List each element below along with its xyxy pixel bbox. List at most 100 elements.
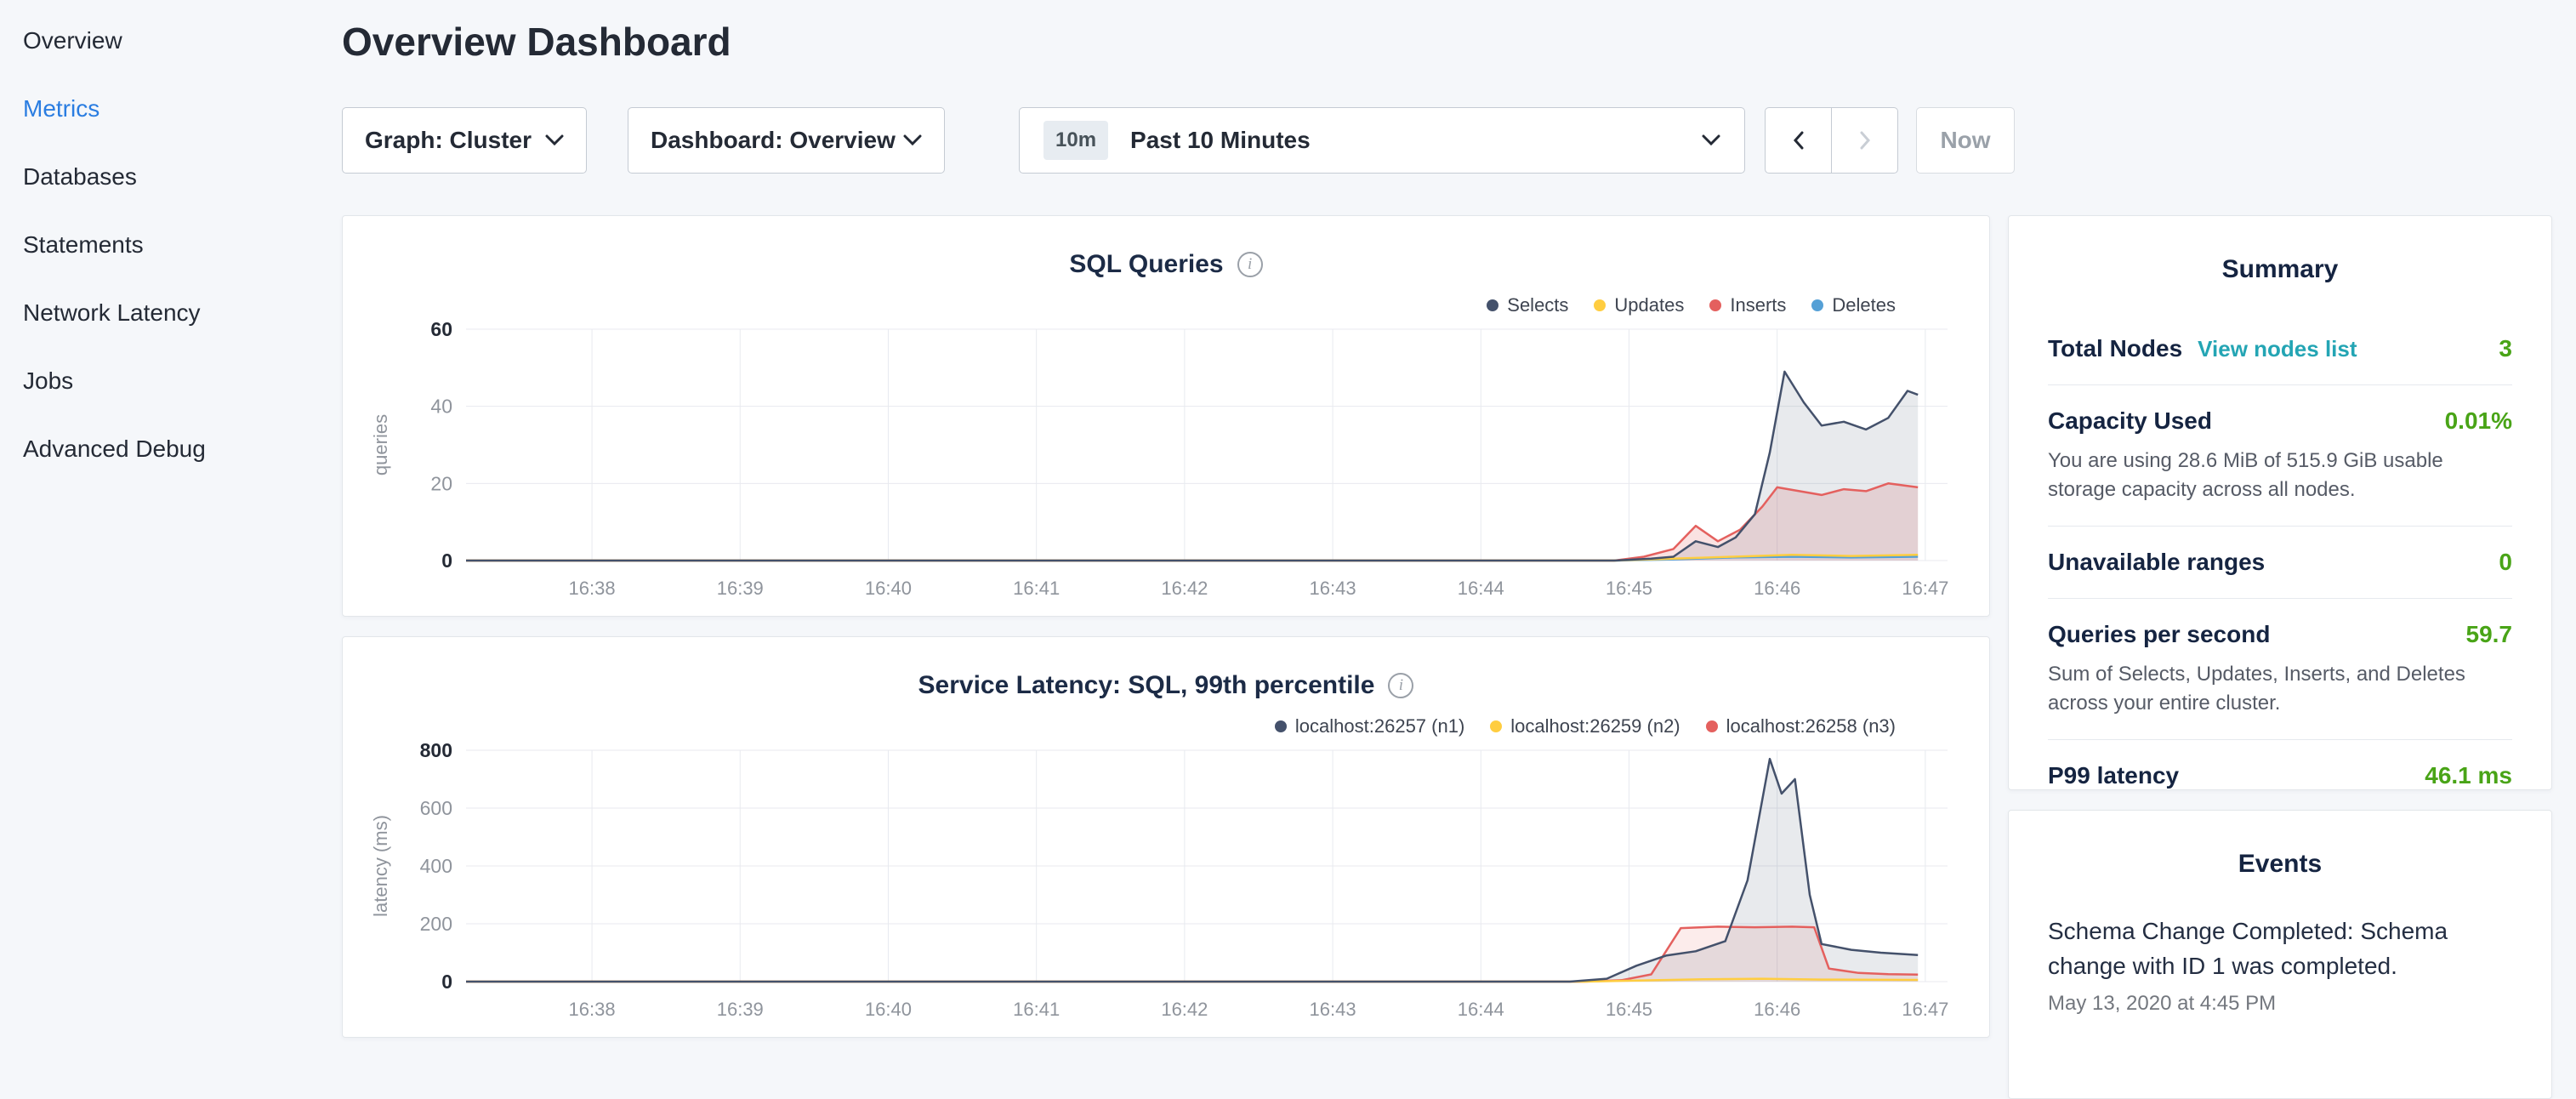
now-button[interactable]: Now [1916, 107, 2015, 174]
sidebar-item-network-latency[interactable]: Network Latency [23, 279, 323, 347]
svg-text:16:47: 16:47 [1902, 999, 1948, 1020]
chart-title-row: SQL Queries i [343, 250, 1989, 279]
graph-dropdown-label: Graph: Cluster [365, 127, 532, 154]
legend-label: Updates [1614, 294, 1684, 316]
svg-text:16:38: 16:38 [569, 578, 616, 599]
summary-value: 3 [2499, 335, 2512, 362]
summary-label: Unavailable ranges [2048, 549, 2265, 576]
summary-label: Queries per second [2048, 621, 2270, 648]
summary-label: P99 latency [2048, 762, 2179, 789]
svg-text:16:42: 16:42 [1161, 999, 1208, 1020]
legend-item-updates[interactable]: Updates [1594, 294, 1684, 316]
legend-item-inserts[interactable]: Inserts [1709, 294, 1786, 316]
sidebar-item-advanced-debug[interactable]: Advanced Debug [23, 415, 323, 483]
legend-dot [1487, 299, 1498, 311]
controls-bar: Graph: Cluster Dashboard: Overview 10m P… [342, 107, 2015, 174]
legend-dot [1709, 299, 1721, 311]
chart-title: SQL Queries [1069, 250, 1223, 279]
time-range-label: Past 10 Minutes [1130, 127, 1311, 154]
legend-dot [1594, 299, 1606, 311]
summary-row: Total NodesView nodes list3 [2048, 313, 2512, 385]
page-title: Overview Dashboard [342, 19, 731, 65]
svg-text:16:46: 16:46 [1754, 578, 1800, 599]
chevron-right-icon [1859, 131, 1871, 150]
sidebar-item-jobs[interactable]: Jobs [23, 347, 323, 415]
svg-text:16:46: 16:46 [1754, 999, 1800, 1020]
dashboard-dropdown[interactable]: Dashboard: Overview [628, 107, 945, 174]
info-icon[interactable]: i [1388, 673, 1413, 698]
summary-row: Queries per second59.7Sum of Selects, Up… [2048, 599, 2512, 740]
sql-queries-panel: SQL Queries i Selects Updates Inserts Delet… [342, 215, 1990, 617]
event-text: Schema Change Completed: Schema change w… [2048, 914, 2473, 983]
chart-title-row: Service Latency: SQL, 99th percentile i [343, 671, 1989, 700]
next-time-button[interactable] [1831, 107, 1898, 174]
sidebar: OverviewMetricsDatabasesStatementsNetwor… [0, 0, 323, 483]
summary-value: 59.7 [2466, 621, 2513, 648]
svg-text:400: 400 [420, 855, 452, 877]
summary-row: P99 latency 46.1 ms [2048, 740, 2512, 811]
sidebar-item-overview[interactable]: Overview [23, 7, 323, 75]
svg-text:16:38: 16:38 [569, 999, 616, 1020]
sidebar-item-databases[interactable]: Databases [23, 143, 323, 211]
svg-text:16:41: 16:41 [1013, 578, 1060, 599]
legend-label: localhost:26258 (n3) [1726, 715, 1896, 737]
svg-text:20: 20 [430, 472, 452, 494]
svg-text:40: 40 [430, 396, 452, 418]
svg-text:0: 0 [441, 971, 452, 993]
time-range-badge: 10m [1043, 121, 1108, 160]
time-range-selector[interactable]: 10m Past 10 Minutes [1019, 107, 1745, 174]
chevron-down-icon [1702, 134, 1720, 146]
svg-text:800: 800 [420, 742, 452, 761]
legend-label: localhost:26257 (n1) [1295, 715, 1464, 737]
chart-legend: localhost:26257 (n1) localhost:26259 (n2)… [1275, 715, 1896, 737]
chevron-down-icon [903, 134, 922, 146]
legend-dot [1490, 720, 1502, 732]
chart-legend: Selects Updates Inserts Deletes [1487, 294, 1896, 316]
summary-title: Summary [2009, 255, 2551, 284]
summary-rows: Total NodesView nodes list3Capacity Used… [2009, 313, 2551, 811]
chevron-left-icon [1793, 131, 1805, 150]
dashboard-dropdown-label: Dashboard: Overview [651, 127, 896, 154]
svg-text:600: 600 [420, 797, 452, 819]
summary-panel: Summary Total NodesView nodes list3Capac… [2008, 215, 2552, 790]
previous-time-button[interactable] [1765, 107, 1832, 174]
summary-description: You are using 28.6 MiB of 515.9 GiB usab… [2048, 447, 2507, 504]
legend-label: Inserts [1730, 294, 1786, 316]
summary-link[interactable]: View nodes list [2198, 336, 2357, 362]
legend-dot [1706, 720, 1718, 732]
svg-text:16:40: 16:40 [865, 999, 912, 1020]
legend-item-selects[interactable]: Selects [1487, 294, 1568, 316]
summary-label: Capacity Used [2048, 407, 2212, 435]
summary-value: 0 [2499, 549, 2512, 576]
event-item: Schema Change Completed: Schema change w… [2048, 909, 2512, 1021]
svg-text:16:44: 16:44 [1458, 999, 1504, 1020]
svg-text:16:45: 16:45 [1606, 578, 1652, 599]
svg-text:16:43: 16:43 [1310, 578, 1356, 599]
legend-label: localhost:26259 (n2) [1510, 715, 1680, 737]
legend-dot [1811, 299, 1823, 311]
info-icon[interactable]: i [1237, 252, 1263, 277]
legend-item-localhost-26257-n1-[interactable]: localhost:26257 (n1) [1275, 715, 1464, 737]
svg-text:16:39: 16:39 [717, 578, 764, 599]
svg-text:16:47: 16:47 [1902, 578, 1948, 599]
legend-label: Deletes [1832, 294, 1896, 316]
svg-text:60: 60 [430, 321, 452, 340]
chevron-down-icon [545, 134, 564, 146]
summary-row: Unavailable ranges 0 [2048, 527, 2512, 599]
sidebar-item-statements[interactable]: Statements [23, 211, 323, 279]
summary-value: 46.1 ms [2425, 762, 2512, 789]
events-title: Events [2009, 850, 2551, 879]
legend-item-deletes[interactable]: Deletes [1811, 294, 1896, 316]
graph-dropdown[interactable]: Graph: Cluster [342, 107, 587, 174]
legend-dot [1275, 720, 1287, 732]
events-panel: Events Schema Change Completed: Schema c… [2008, 810, 2552, 1099]
legend-item-localhost-26259-n2-[interactable]: localhost:26259 (n2) [1490, 715, 1680, 737]
service-latency-chart: 16:3816:3916:4016:4116:4216:4316:4416:45… [343, 742, 1991, 1031]
chart-title: Service Latency: SQL, 99th percentile [918, 671, 1375, 700]
service-latency-panel: Service Latency: SQL, 99th percentile i … [342, 636, 1990, 1038]
legend-item-localhost-26258-n3-[interactable]: localhost:26258 (n3) [1706, 715, 1896, 737]
sidebar-item-metrics[interactable]: Metrics [23, 75, 323, 143]
svg-text:0: 0 [441, 550, 452, 572]
svg-text:200: 200 [420, 913, 452, 935]
svg-text:16:45: 16:45 [1606, 999, 1652, 1020]
